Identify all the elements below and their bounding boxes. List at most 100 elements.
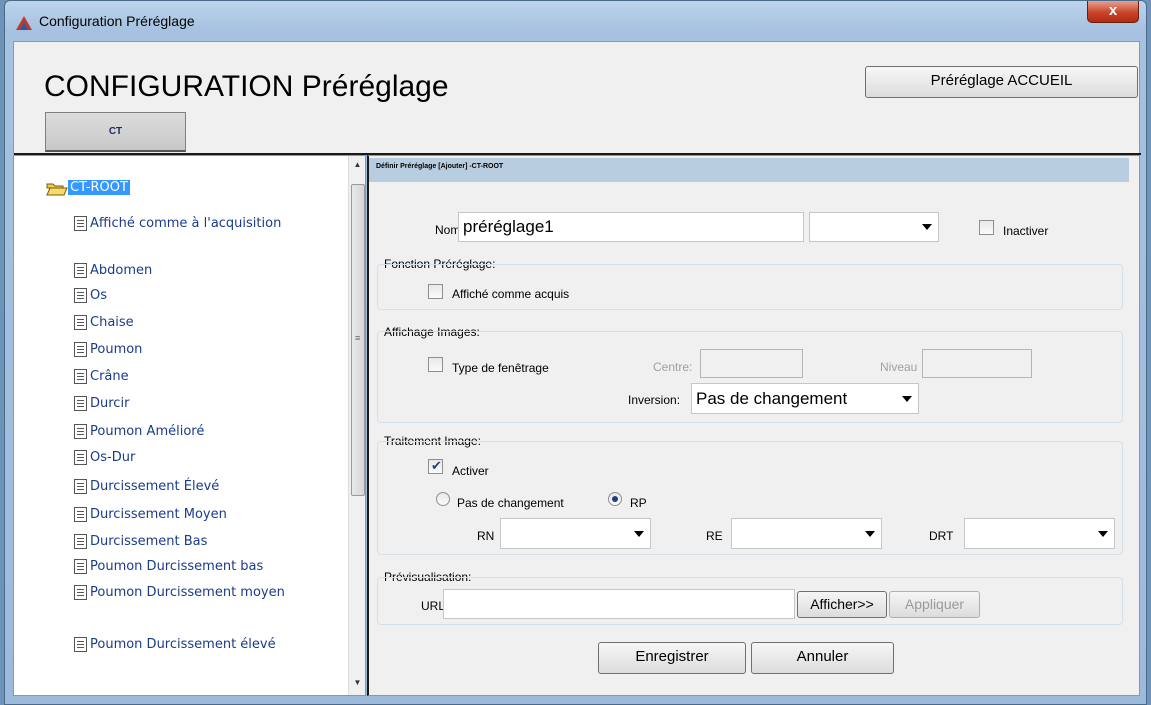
document-icon <box>74 315 87 330</box>
show-preview-button[interactable]: Afficher>> <box>797 591 887 618</box>
center-label: Centre: <box>653 360 693 374</box>
tab-ct[interactable]: CT <box>45 112 186 152</box>
app-logo-icon <box>15 15 33 31</box>
rn-label: RN <box>477 529 495 543</box>
tree-item[interactable]: Affiché comme à l'acquisition <box>74 215 346 232</box>
radio-no-change[interactable] <box>436 492 450 506</box>
document-icon <box>74 507 87 522</box>
shown-as-acquired-checkbox[interactable] <box>428 284 443 299</box>
form-header: Définir Préréglage [Ajouter] -CT-ROOT <box>369 158 1129 182</box>
tree-item-label: Durcissement Moyen <box>90 507 227 522</box>
document-icon <box>74 396 87 411</box>
inactive-checkbox[interactable] <box>979 220 994 235</box>
tree-item[interactable]: Poumon Durcissement bas <box>74 558 346 575</box>
inversion-select[interactable]: Pas de changement <box>691 383 919 414</box>
tree-item-label: Affiché comme à l'acquisition <box>90 216 282 231</box>
preset-form: Définir Préréglage [Ajouter] -CT-ROOT No… <box>367 155 1140 696</box>
re-select[interactable] <box>731 518 882 549</box>
tree-item-label: Durcissement Élevé <box>90 479 220 494</box>
tree-item[interactable]: Poumon <box>74 341 346 358</box>
url-input[interactable] <box>443 589 795 619</box>
name-input[interactable]: préréglage1 <box>458 212 804 242</box>
radio-no-change-label: Pas de changement <box>457 496 564 510</box>
document-icon <box>74 263 87 278</box>
document-icon <box>74 479 87 494</box>
title-bar[interactable]: Configuration Préréglage x <box>5 1 1146 41</box>
tree-item[interactable]: Os <box>74 287 346 304</box>
drt-label: DRT <box>929 529 954 543</box>
inactive-label: Inactiver <box>1003 224 1049 238</box>
tree-item-label: Poumon Durcissement élevé <box>90 637 276 652</box>
chevron-down-icon <box>1098 530 1108 537</box>
page-title: CONFIGURATION Préréglage <box>44 70 449 103</box>
preset-tree: CT-ROOT Affiché comme à l'acquisition Abd… <box>13 155 366 696</box>
document-icon <box>74 637 87 652</box>
tree-item-label: Chaise <box>90 315 134 330</box>
center-input[interactable] <box>700 349 803 378</box>
apply-button[interactable]: Appliquer <box>889 591 980 618</box>
close-button[interactable]: x <box>1087 1 1139 23</box>
document-icon <box>74 534 87 549</box>
tree-item-label: Durcissement Bas <box>90 534 208 549</box>
save-button[interactable]: Enregistrer <box>598 642 746 674</box>
document-icon <box>74 424 87 439</box>
scroll-thumb[interactable]: ≡ <box>351 184 365 496</box>
tree-item-label: Poumon <box>90 342 143 357</box>
tree-item[interactable]: Durcissement Élevé <box>74 478 346 495</box>
inversion-label: Inversion: <box>628 393 681 407</box>
tree-item[interactable]: Poumon Durcissement moyen <box>74 584 346 601</box>
level-label: Niveau <box>880 360 918 374</box>
drt-select[interactable] <box>964 518 1115 549</box>
tree-item[interactable]: Durcir <box>74 395 346 412</box>
tree-item[interactable]: Crâne <box>74 368 346 385</box>
tree-item[interactable]: Poumon Amélioré <box>74 423 346 440</box>
chevron-down-icon <box>922 224 932 230</box>
enable-checkbox[interactable] <box>428 458 443 474</box>
tree-item[interactable]: Abdomen <box>74 262 346 279</box>
scroll-down-icon[interactable]: ▼ <box>349 678 365 692</box>
tree-item-label: Crâne <box>90 369 129 384</box>
tree-root-label: CT-ROOT <box>68 180 130 195</box>
window-title: Configuration Préréglage <box>39 13 195 29</box>
tree-item[interactable]: Durcissement Bas <box>74 533 346 550</box>
tree-scrollbar[interactable]: ▲ ≡ ▼ <box>348 156 365 695</box>
tree-item-label: Poumon Durcissement moyen <box>90 585 285 600</box>
radio-rp-label: RP <box>630 496 647 510</box>
windowing-type-checkbox[interactable] <box>428 357 443 372</box>
windowing-type-label: Type de fenêtrage <box>452 361 549 375</box>
tree-item-label: Abdomen <box>90 263 153 278</box>
document-icon <box>74 369 87 384</box>
grip-icon: ≡ <box>355 333 361 343</box>
application-window: Configuration Préréglage x CONFIGURATION… <box>4 0 1147 705</box>
enable-label: Activer <box>452 464 489 478</box>
tree-item-label: Poumon Durcissement bas <box>90 559 264 574</box>
name-select[interactable] <box>809 212 939 242</box>
tree-item[interactable]: Os-Dur <box>74 449 346 466</box>
document-icon <box>74 216 87 231</box>
folder-open-icon <box>46 182 68 196</box>
tree-item-label: Os-Dur <box>90 450 136 465</box>
chevron-down-icon <box>902 395 912 402</box>
scroll-up-icon[interactable]: ▲ <box>349 160 365 174</box>
chevron-down-icon <box>634 530 644 537</box>
radio-rp[interactable] <box>608 492 622 506</box>
document-icon <box>74 342 87 357</box>
inversion-select-value: Pas de changement <box>696 389 848 408</box>
tree-item[interactable]: Chaise <box>74 314 346 331</box>
level-input[interactable] <box>922 349 1032 378</box>
tree-root-node[interactable]: CT-ROOT <box>46 180 130 200</box>
name-label: Nom <box>435 223 461 237</box>
document-icon <box>74 450 87 465</box>
tree-item[interactable]: Durcissement Moyen <box>74 506 346 523</box>
shown-as-acquired-label: Affiché comme acquis <box>452 287 570 301</box>
document-icon <box>74 585 87 600</box>
tree-item[interactable]: Poumon Durcissement élevé <box>74 636 346 653</box>
page-header: CONFIGURATION Préréglage CT Préréglage A… <box>13 41 1141 155</box>
tree-item-label: Os <box>90 288 108 303</box>
cancel-button[interactable]: Annuler <box>751 642 894 674</box>
rn-select[interactable] <box>500 518 651 549</box>
re-label: RE <box>706 529 723 543</box>
preset-home-button[interactable]: Préréglage ACCUEIL <box>865 66 1138 98</box>
document-icon <box>74 559 87 574</box>
tree-item-label: Poumon Amélioré <box>90 424 205 439</box>
